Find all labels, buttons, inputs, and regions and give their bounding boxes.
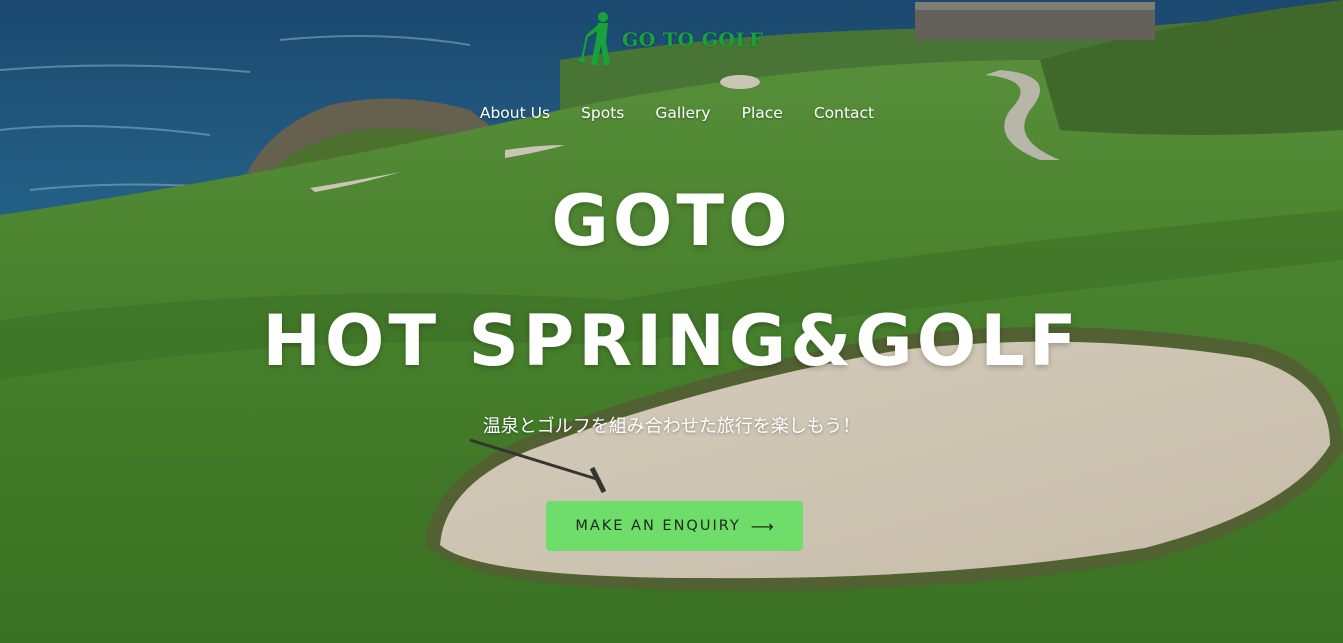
- hero-title-line2: HOT SPRING&GOLF: [262, 300, 1081, 382]
- nav-item-spots[interactable]: Spots: [565, 104, 639, 122]
- hero-section: GO TO GOLF About Us Spots Gallery Place …: [0, 0, 1343, 643]
- cta-label: MAKE AN ENQUIRY: [575, 518, 741, 534]
- logo-text: GO TO GOLF: [622, 29, 764, 51]
- main-nav: About Us Spots Gallery Place Contact: [0, 104, 1343, 122]
- golfer-icon: [578, 9, 618, 71]
- site-logo[interactable]: GO TO GOLF: [578, 10, 763, 70]
- make-an-enquiry-button[interactable]: MAKE AN ENQUIRY ⟶: [546, 501, 803, 551]
- nav-item-about-us[interactable]: About Us: [464, 104, 565, 122]
- hero-subtitle: 温泉とゴルフを組み合わせた旅行を楽しもう！: [482, 416, 861, 437]
- arrow-right-icon: ⟶: [750, 516, 774, 536]
- nav-item-place[interactable]: Place: [726, 104, 798, 122]
- nav-item-contact[interactable]: Contact: [798, 104, 889, 122]
- nav-item-gallery[interactable]: Gallery: [639, 104, 725, 122]
- hero-title-line1: GOTO: [551, 180, 792, 262]
